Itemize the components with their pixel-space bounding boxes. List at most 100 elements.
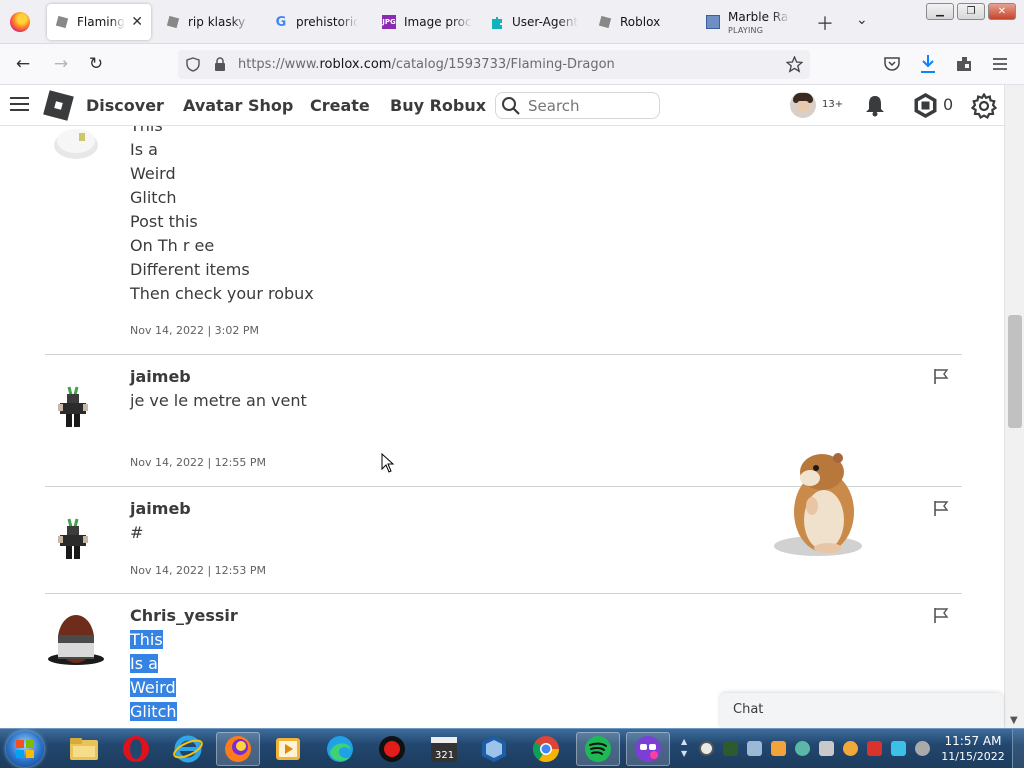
comment-author[interactable]: Chris_yessir [130, 606, 238, 625]
url-domain: roblox.com [319, 57, 392, 72]
close-window-icon[interactable]: ✕ [988, 3, 1016, 20]
tray-app-icon[interactable] [747, 741, 762, 756]
back-arrow-icon[interactable]: ← [12, 53, 34, 75]
windows-taskbar: 321 ▲ ▼ 11:57 AM 11/15/2022 [0, 728, 1024, 768]
restore-window-icon[interactable]: ❐ [957, 3, 985, 20]
opera-icon[interactable] [114, 732, 158, 766]
list-all-tabs-chevron-icon[interactable]: ⌄ [856, 12, 868, 28]
comment-text-line: je ve le metre an vent [130, 391, 307, 410]
start-button[interactable] [6, 731, 44, 767]
jpg-icon: JPG [382, 15, 396, 29]
tray-app-icon[interactable] [843, 741, 858, 756]
hamburger-menu-icon[interactable] [10, 97, 29, 112]
close-icon[interactable]: ✕ [131, 14, 143, 30]
tab-user-agent[interactable]: User-Agent Switcher [482, 4, 588, 40]
comment-author[interactable]: jaimeb [130, 499, 191, 518]
search-box[interactable] [495, 92, 660, 119]
url-text[interactable]: https://www.roblox.com/catalog/1593733/F… [238, 57, 615, 72]
chrome-icon[interactable] [524, 732, 568, 766]
clapper-app-icon[interactable]: 321 [422, 732, 466, 766]
tab-marble-race[interactable]: Marble Race PLAYING [698, 4, 798, 40]
notification-bell-icon[interactable] [864, 94, 886, 117]
nav-avatar-shop[interactable]: Avatar Shop [183, 96, 293, 115]
virtualbox-icon[interactable] [472, 732, 516, 766]
lock-icon[interactable] [214, 56, 226, 72]
nav-discover[interactable]: Discover [86, 96, 164, 115]
tab-image-processing[interactable]: JPG Image processing [374, 4, 480, 40]
tab-flaming-dragon[interactable]: Flaming Dragon - Roblox ✕ [47, 4, 151, 40]
age-tag: 13+ [822, 99, 844, 110]
roblox-logo[interactable] [43, 90, 74, 121]
search-input[interactable] [528, 96, 653, 116]
hamster-image [774, 453, 862, 556]
tab-rip-klasky[interactable]: rip klasky csupo [158, 4, 258, 40]
selected-text: Glitch [130, 702, 177, 721]
comment-date: Nov 14, 2022 | 3:02 PM [130, 324, 259, 337]
tray-app-icon[interactable] [723, 741, 738, 756]
robux-count[interactable]: 0 [943, 95, 953, 114]
forward-arrow-icon[interactable]: → [50, 53, 72, 75]
chat-bar[interactable]: Chat [720, 693, 1003, 728]
tray-app-icon[interactable] [771, 741, 786, 756]
tray-app-icon[interactable] [795, 741, 810, 756]
reload-icon[interactable]: ↻ [85, 53, 107, 75]
new-tab-plus-icon[interactable]: ＋ [816, 10, 834, 36]
firefox-icon[interactable] [10, 12, 30, 32]
page-scrollbar[interactable]: ▼ [1004, 85, 1024, 728]
comment-text-line: Weird [130, 678, 176, 698]
shield-icon[interactable] [186, 57, 200, 72]
user-avatar-thumbnail[interactable] [51, 126, 101, 161]
address-bar[interactable]: https://www.roblox.com/catalog/1593733/F… [178, 50, 810, 79]
comment-text-line: Different items [130, 260, 250, 279]
report-flag-icon[interactable] [933, 607, 949, 624]
edge-icon[interactable] [318, 732, 362, 766]
tab-prehistoric[interactable]: G prehistoric dinosaur [266, 4, 366, 40]
settings-gear-icon[interactable] [971, 93, 997, 119]
report-flag-icon[interactable] [933, 500, 949, 517]
comment-text-line: # [130, 523, 144, 542]
tray-app-icon[interactable] [819, 741, 834, 756]
tab-title: Image processing [404, 15, 472, 29]
roblox-header: Discover Avatar Shop Create Buy Robux 13… [0, 85, 1004, 126]
extension-icon[interactable] [956, 56, 972, 72]
selected-text: This [130, 630, 163, 649]
minimize-window-icon[interactable]: ▁ [926, 3, 954, 20]
scroll-down-icon[interactable]: ▼ [1010, 715, 1018, 726]
user-avatar-thumbnail[interactable] [57, 517, 89, 561]
user-avatar-thumbnail[interactable] [47, 605, 105, 667]
taskbar-clock[interactable]: 11:57 AM 11/15/2022 [938, 734, 1008, 764]
comment-author[interactable]: jaimeb [130, 367, 191, 386]
spotify-icon[interactable] [576, 732, 620, 766]
file-explorer-icon[interactable] [62, 732, 106, 766]
firefox-taskbar-icon[interactable] [216, 732, 260, 766]
download-icon[interactable] [919, 54, 937, 74]
scrollbar-thumb[interactable] [1008, 315, 1022, 428]
tray-app-icon[interactable] [867, 741, 882, 756]
roblox-taskbar-icon[interactable] [626, 732, 670, 766]
tray-app-icon[interactable] [699, 741, 714, 756]
bookmark-star-icon[interactable] [786, 56, 803, 73]
user-avatar[interactable] [790, 92, 816, 118]
robux-icon[interactable] [912, 92, 939, 119]
selected-text: Is a [130, 654, 158, 673]
tray-app-icon[interactable] [891, 741, 906, 756]
user-avatar-thumbnail[interactable] [57, 385, 89, 429]
obs-record-icon[interactable] [370, 732, 414, 766]
report-flag-icon[interactable] [933, 368, 949, 385]
tab-roblox[interactable]: Roblox [590, 4, 696, 40]
show-desktop-button[interactable] [1012, 729, 1024, 768]
nav-buy-robux[interactable]: Buy Robux [390, 96, 486, 115]
pocket-icon[interactable] [884, 56, 900, 72]
tray-app-icon[interactable] [915, 741, 930, 756]
internet-explorer-icon[interactable] [166, 732, 210, 766]
menu-icon[interactable] [992, 57, 1008, 71]
media-player-icon[interactable] [266, 732, 310, 766]
chat-label: Chat [733, 702, 764, 717]
tab-title: Flaming Dragon - Roblox [77, 15, 125, 29]
comment-text-line: Is a [130, 654, 158, 674]
selected-text: Weird [130, 678, 176, 697]
comment-date: Nov 14, 2022 | 12:55 PM [130, 456, 266, 469]
nav-create[interactable]: Create [310, 96, 370, 115]
tray-scroll-arrows-icon[interactable]: ▲ ▼ [681, 736, 687, 760]
comment-item: This Is a Weird Glitch Post this On Th r… [45, 126, 962, 355]
